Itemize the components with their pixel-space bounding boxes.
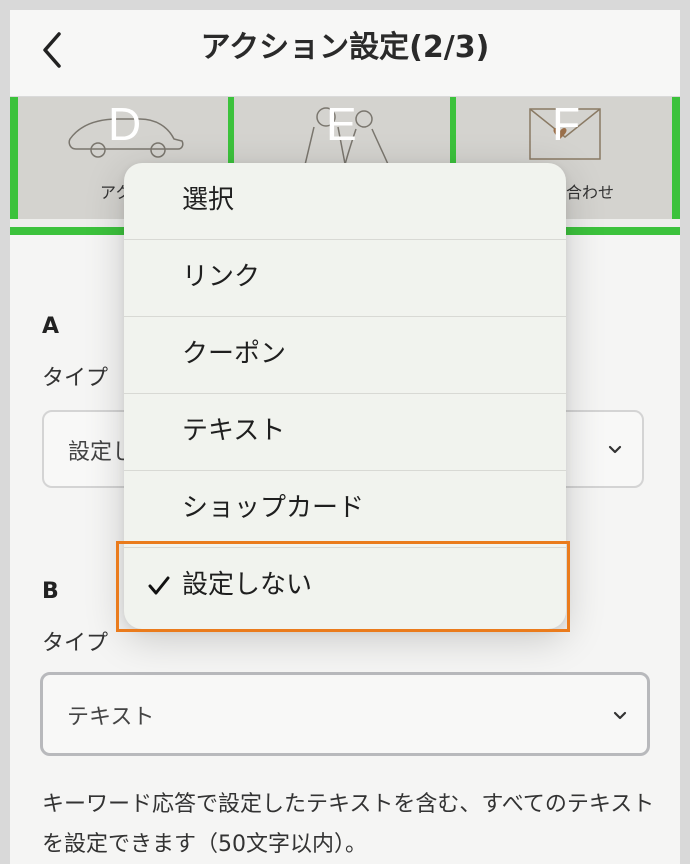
menu-item-label: ショップカード	[182, 493, 365, 523]
tile-letter: E	[326, 98, 357, 150]
menu-item-label: 設定しない	[182, 570, 313, 600]
menu-item-shop-card[interactable]: ショップカード	[124, 471, 566, 548]
section-a-type-label: タイプ	[42, 366, 109, 391]
menu-item-none[interactable]: 設定しない	[124, 548, 566, 629]
tile-letter: F	[552, 98, 581, 150]
menu-item-text[interactable]: テキスト	[124, 394, 566, 471]
checkmark-icon	[148, 576, 170, 595]
page-title: アクション設定(2/3)	[200, 30, 490, 65]
type-dropdown-menu: 選択 リンク クーポン テキスト ショップカード 設定しない	[124, 163, 566, 629]
menu-item-select[interactable]: 選択	[124, 163, 566, 240]
header: アクション設定(2/3)	[10, 10, 680, 97]
menu-item-label: クーポン	[182, 339, 287, 369]
menu-item-coupon[interactable]: クーポン	[124, 317, 566, 394]
help-text: キーワード応答で設定したテキストを含む、すべてのテキストを設定できます（50文字…	[42, 792, 655, 857]
section-b-label: B	[42, 579, 59, 604]
tile-caption: 合わせ	[566, 183, 615, 202]
chevron-down-icon	[613, 711, 627, 720]
section-a-label: A	[42, 314, 60, 339]
screen: アクション設定(2/3) D アク E F 合わせ A タイプ 設定し B タイ…	[10, 10, 680, 864]
menu-item-label: テキスト	[182, 416, 286, 446]
tile-letter: D	[108, 98, 142, 150]
chevron-down-icon	[608, 445, 622, 454]
menu-item-label: 選択	[182, 185, 235, 215]
menu-item-link[interactable]: リンク	[124, 240, 566, 317]
section-b-type-label: タイプ	[42, 631, 109, 656]
select-value: テキスト	[67, 705, 155, 730]
menu-item-label: リンク	[182, 262, 261, 292]
section-b-type-select[interactable]: テキスト	[40, 672, 650, 756]
